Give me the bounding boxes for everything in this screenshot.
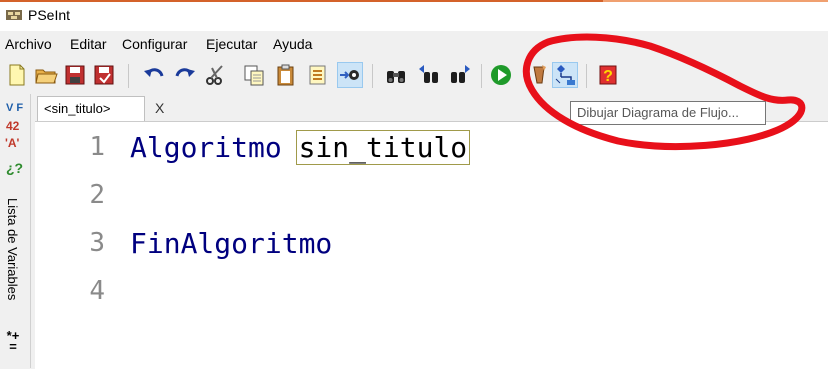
- tab-label: <sin_titulo>: [44, 101, 111, 116]
- logic-glyph[interactable]: V F: [6, 102, 23, 114]
- string-glyph[interactable]: 'A': [5, 136, 19, 150]
- save-as-icon[interactable]: [91, 62, 117, 88]
- menu-ejecutar[interactable]: Ejecutar: [206, 36, 257, 52]
- code-editor[interactable]: 1 2 3 4 Algoritmo sin_titulo FinAlgoritm…: [35, 121, 828, 369]
- window-title: PSeInt: [28, 7, 71, 23]
- code-line[interactable]: FinAlgoritmo: [130, 227, 332, 260]
- menu-configurar[interactable]: Configurar: [122, 36, 187, 52]
- algorithm-name: sin_titulo: [295, 130, 471, 165]
- copy-icon[interactable]: [241, 62, 267, 88]
- menu-archivo[interactable]: Archivo: [5, 36, 52, 52]
- line-number: 2: [89, 180, 105, 210]
- indent-icon[interactable]: [337, 62, 363, 88]
- menu-editar[interactable]: Editar: [70, 36, 107, 52]
- toolbar: ?: [0, 58, 828, 94]
- app-icon: [6, 10, 22, 20]
- move-lines-icon[interactable]: [305, 62, 331, 88]
- new-file-icon[interactable]: [4, 62, 30, 88]
- tab-sin-titulo[interactable]: <sin_titulo>: [37, 96, 145, 121]
- toolbar-separator: [586, 64, 587, 88]
- line-number: 1: [89, 132, 105, 162]
- keyword-algoritmo: Algoritmo: [130, 131, 282, 164]
- operators-glyph[interactable]: *+=: [6, 329, 20, 353]
- run-icon[interactable]: [488, 62, 514, 88]
- line-number: 4: [89, 276, 105, 306]
- tooltip: Dibujar Diagrama de Flujo...: [570, 101, 766, 125]
- keyword-finalgoritmo: FinAlgoritmo: [130, 227, 333, 260]
- toolbar-separator: [481, 64, 482, 88]
- title-bar-accent-light: [603, 0, 828, 2]
- flowchart-icon[interactable]: [552, 62, 578, 88]
- undo-icon[interactable]: [141, 62, 167, 88]
- search-next-icon[interactable]: [447, 62, 473, 88]
- search-previous-icon[interactable]: [416, 62, 442, 88]
- line-number: 3: [89, 228, 105, 258]
- title-bar: PSeInt: [0, 0, 828, 31]
- menu-ayuda[interactable]: Ayuda: [273, 36, 312, 52]
- title-bar-accent: [0, 0, 603, 2]
- toolbar-separator: [128, 64, 129, 88]
- number-glyph[interactable]: 42: [6, 119, 19, 133]
- svg-text:?: ?: [603, 68, 613, 85]
- paste-icon[interactable]: [273, 62, 299, 88]
- search-icon[interactable]: [383, 62, 409, 88]
- cut-icon[interactable]: [203, 62, 229, 88]
- open-file-icon[interactable]: [33, 62, 59, 88]
- help-icon[interactable]: ?: [595, 62, 621, 88]
- redo-icon[interactable]: [172, 62, 198, 88]
- variables-panel-label[interactable]: Lista de Variables: [5, 198, 20, 300]
- step-by-step-icon[interactable]: [527, 62, 553, 88]
- toolbar-separator: [372, 64, 373, 88]
- save-icon[interactable]: [62, 62, 88, 88]
- close-icon[interactable]: X: [155, 100, 164, 116]
- side-panel: V F 42 'A' ¿? Lista de Variables *+=: [0, 94, 31, 368]
- code-line[interactable]: Algoritmo sin_titulo: [130, 130, 471, 165]
- question-glyph[interactable]: ¿?: [6, 160, 23, 176]
